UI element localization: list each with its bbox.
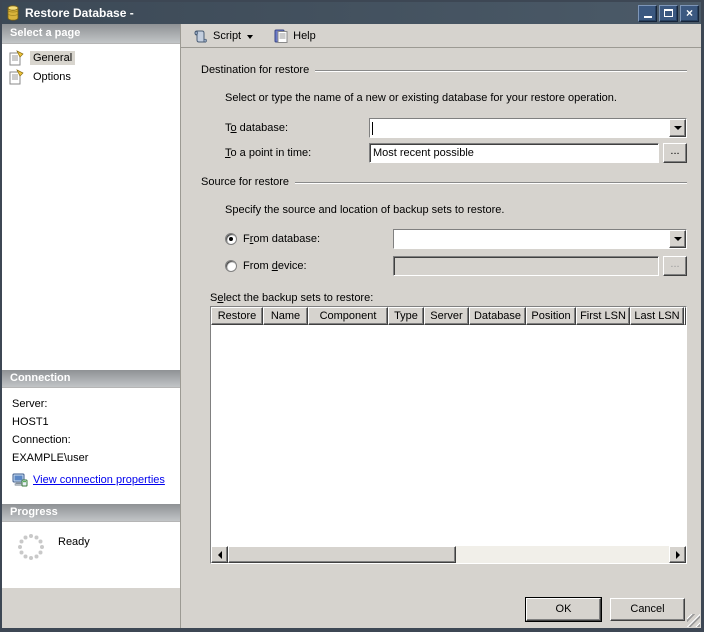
destination-description: Select or type the name of a new or exis… bbox=[225, 92, 617, 104]
script-icon bbox=[194, 30, 207, 42]
close-button[interactable]: × bbox=[680, 4, 699, 22]
progress-status: Ready bbox=[58, 536, 90, 548]
to-point-browse-button[interactable]: ... bbox=[663, 143, 687, 163]
source-caption: Source for restore bbox=[201, 176, 290, 188]
help-icon bbox=[274, 29, 288, 43]
progress-header: Progress bbox=[2, 504, 180, 522]
column-header-position[interactable]: Position bbox=[526, 307, 576, 325]
column-header-name[interactable]: Name bbox=[263, 307, 308, 325]
sidebar-item-general[interactable]: General bbox=[2, 48, 180, 67]
chevron-down-icon bbox=[673, 237, 682, 241]
ok-button[interactable]: OK bbox=[526, 598, 601, 621]
to-point-textbox[interactable]: Most recent possible bbox=[369, 143, 659, 163]
title-bar[interactable]: Restore Database - × bbox=[2, 2, 701, 24]
group-divider bbox=[295, 181, 687, 184]
grid-body[interactable] bbox=[211, 325, 686, 546]
help-label: Help bbox=[293, 29, 316, 42]
view-connection-properties-link[interactable]: View connection properties bbox=[33, 474, 165, 486]
scrollbar-track[interactable] bbox=[456, 546, 669, 563]
window-title: Restore Database - bbox=[25, 6, 134, 20]
dialog-footer: OK Cancel bbox=[526, 598, 685, 621]
group-divider bbox=[315, 69, 687, 72]
connection-header: Connection bbox=[2, 370, 180, 388]
from-device-browse-button: ... bbox=[663, 256, 687, 276]
main-panel: Script Help Destination for restore Sele… bbox=[181, 24, 701, 628]
server-label: Server: bbox=[12, 398, 48, 410]
from-database-dropdown-button[interactable] bbox=[669, 230, 686, 248]
from-device-label: From device: bbox=[243, 260, 307, 272]
select-a-page-header: Select a page bbox=[2, 24, 180, 44]
maximize-button[interactable] bbox=[659, 4, 678, 22]
destination-caption: Destination for restore bbox=[201, 64, 310, 76]
scrollbar-thumb[interactable] bbox=[228, 546, 456, 563]
column-header-first-lsn[interactable]: First LSN bbox=[576, 307, 630, 325]
progress-panel: Ready bbox=[2, 522, 180, 588]
column-header-database[interactable]: Database bbox=[469, 307, 526, 325]
sidebar-filler bbox=[2, 588, 180, 628]
connection-label: Connection: bbox=[12, 434, 71, 446]
minimize-button[interactable] bbox=[638, 4, 657, 22]
column-header-filler bbox=[684, 307, 686, 325]
to-point-label: To a point in time: bbox=[225, 147, 312, 159]
database-icon bbox=[7, 5, 19, 21]
column-header-last-lsn[interactable]: Last LSN bbox=[630, 307, 684, 325]
help-button[interactable]: Help bbox=[269, 26, 320, 46]
grid-header: Restore Name Component Type Server Database Po… bbox=[211, 307, 686, 325]
scroll-left-button[interactable] bbox=[211, 546, 228, 563]
toolbar: Script Help bbox=[181, 24, 701, 48]
from-database-label: From database: bbox=[243, 233, 321, 245]
column-header-restore[interactable]: Restore bbox=[211, 307, 263, 325]
sidebar: Select a page General Options Connection… bbox=[2, 24, 181, 628]
page-list: General Options bbox=[2, 44, 180, 370]
source-description: Specify the source and location of backu… bbox=[225, 204, 505, 216]
horizontal-scrollbar[interactable] bbox=[211, 546, 686, 563]
chevron-down-icon bbox=[673, 126, 682, 130]
script-button[interactable]: Script bbox=[189, 26, 259, 46]
sidebar-item-label: General bbox=[30, 50, 76, 65]
to-point-value: Most recent possible bbox=[373, 147, 474, 159]
column-header-server[interactable]: Server bbox=[424, 307, 469, 325]
connection-value: EXAMPLE\user bbox=[12, 452, 89, 464]
restore-database-dialog: Restore Database - × Select a page Gener… bbox=[0, 0, 704, 632]
column-header-type[interactable]: Type bbox=[388, 307, 424, 325]
sidebar-item-label: Options bbox=[33, 70, 71, 83]
from-device-textbox bbox=[393, 256, 659, 276]
minimize-icon bbox=[643, 16, 652, 18]
close-icon: × bbox=[685, 6, 693, 20]
scroll-right-button[interactable] bbox=[669, 546, 686, 563]
from-database-combobox[interactable] bbox=[393, 229, 687, 249]
to-database-label: To database: bbox=[225, 122, 288, 134]
sidebar-item-options[interactable]: Options bbox=[2, 67, 180, 86]
column-header-component[interactable]: Component bbox=[308, 307, 388, 325]
to-database-dropdown-button[interactable] bbox=[669, 119, 686, 137]
script-label: Script bbox=[213, 29, 242, 42]
from-device-radio[interactable] bbox=[225, 260, 237, 272]
progress-spinner-icon bbox=[18, 534, 44, 560]
from-database-radio[interactable] bbox=[225, 233, 237, 245]
page-icon bbox=[9, 49, 24, 65]
arrow-right-icon bbox=[675, 550, 680, 559]
connection-panel: Server: HOST1 Connection: EXAMPLE\user V… bbox=[2, 388, 180, 504]
text-caret bbox=[372, 121, 373, 135]
backup-sets-label: Select the backup sets to restore: bbox=[210, 292, 374, 304]
cancel-button[interactable]: Cancel bbox=[610, 598, 685, 621]
script-dropdown-icon bbox=[247, 34, 254, 39]
page-icon bbox=[9, 68, 24, 84]
arrow-left-icon bbox=[217, 550, 222, 559]
server-value: HOST1 bbox=[12, 416, 49, 428]
backup-sets-grid[interactable]: Restore Name Component Type Server Database Po… bbox=[210, 306, 687, 564]
to-database-combobox[interactable] bbox=[369, 118, 687, 138]
resize-grip[interactable] bbox=[687, 614, 700, 627]
computer-icon bbox=[12, 473, 28, 487]
maximize-icon bbox=[664, 9, 673, 17]
general-page: Destination for restore Select or type t… bbox=[181, 48, 701, 628]
